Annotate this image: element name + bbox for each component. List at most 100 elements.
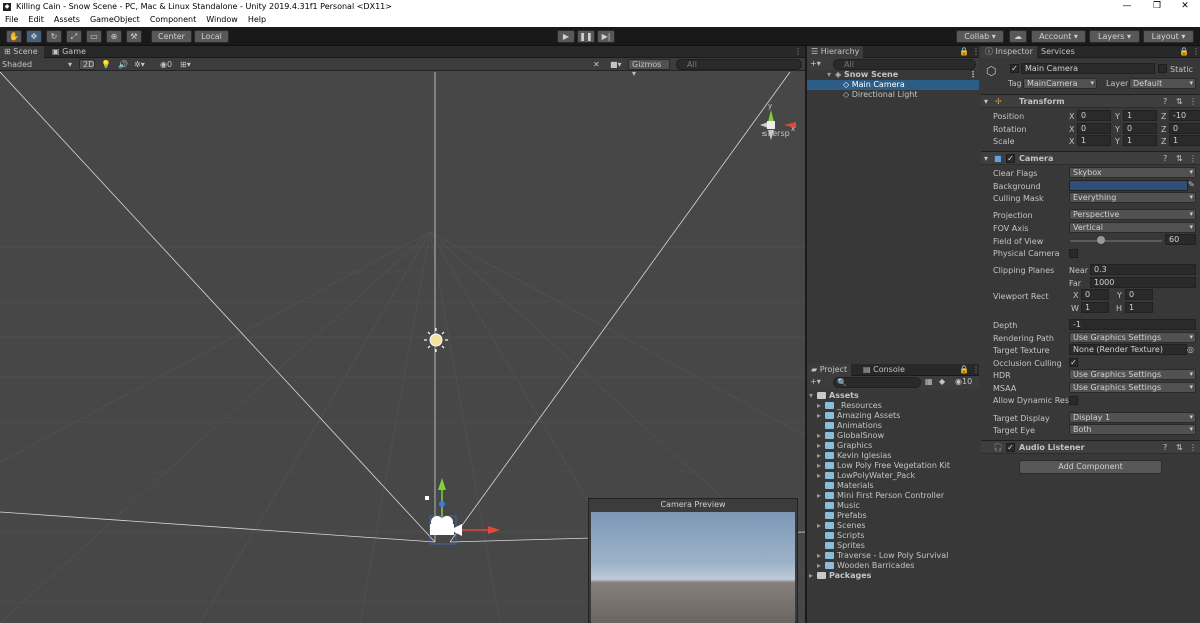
- expand-arrow-icon[interactable]: ▸: [817, 521, 825, 531]
- hidden-packages-icon[interactable]: ◉10: [955, 377, 972, 386]
- scl-y-field[interactable]: 1: [1123, 135, 1157, 146]
- target-texture-field[interactable]: None (Render Texture): [1069, 344, 1187, 355]
- pos-y-field[interactable]: 1: [1123, 110, 1157, 121]
- project-folder[interactable]: ▸ Low Poly Free Vegetation Kit: [807, 461, 979, 471]
- tab-inspector[interactable]: ⓘ Inspector: [981, 46, 1037, 58]
- viewport-h-field[interactable]: 1: [1125, 302, 1153, 313]
- presets-icon[interactable]: ⇅: [1176, 95, 1183, 108]
- expand-arrow-icon[interactable]: ▾: [809, 391, 817, 401]
- menu-file[interactable]: File: [0, 13, 23, 27]
- help-icon[interactable]: ?: [1163, 95, 1167, 108]
- static-checkbox[interactable]: [1158, 64, 1167, 73]
- create-add-icon[interactable]: +▾: [810, 59, 821, 68]
- project-folder[interactable]: ▸ Mini First Person Controller: [807, 491, 979, 501]
- project-folder[interactable]: Music: [807, 501, 979, 511]
- step-button[interactable]: ▶|: [597, 30, 615, 43]
- hidden-objects-icon[interactable]: ◉0: [160, 58, 172, 71]
- foldout-arrow-icon[interactable]: ▾: [984, 95, 988, 108]
- near-field[interactable]: 0.3: [1090, 264, 1196, 275]
- grid-icon[interactable]: ⊞▾: [180, 58, 191, 71]
- project-folder[interactable]: Sprites: [807, 541, 979, 551]
- project-folder[interactable]: ▸ Scenes: [807, 521, 979, 531]
- effects-icon[interactable]: ✲▾: [134, 58, 145, 71]
- presets-icon[interactable]: ⇅: [1176, 152, 1183, 165]
- expand-arrow-icon[interactable]: ▸: [817, 491, 825, 501]
- msaa-dropdown[interactable]: Use Graphics Settings: [1069, 382, 1196, 393]
- project-folder[interactable]: ▸ Wooden Barricades: [807, 561, 979, 571]
- physical-camera-checkbox[interactable]: [1069, 249, 1078, 258]
- expand-arrow-icon[interactable]: ▸: [817, 431, 825, 441]
- rot-z-field[interactable]: 0: [1169, 123, 1200, 134]
- project-folder[interactable]: ▸ Traverse - Low Poly Survival: [807, 551, 979, 561]
- project-lock-icon[interactable]: 🔒: [959, 364, 969, 376]
- tab-game[interactable]: ▣ Game: [48, 46, 90, 58]
- project-folder[interactable]: Materials: [807, 481, 979, 491]
- layers-dropdown[interactable]: Layers ▾: [1089, 30, 1140, 43]
- project-folder[interactable]: ▸ _Resources: [807, 401, 979, 411]
- rotate-tool-icon[interactable]: ↻: [46, 30, 62, 43]
- rendering-path-dropdown[interactable]: Use Graphics Settings: [1069, 332, 1196, 343]
- viewport-x-field[interactable]: 0: [1081, 289, 1109, 300]
- eyedropper-icon[interactable]: ✎: [1188, 180, 1195, 189]
- project-folder[interactable]: ▸ GlobalSnow: [807, 431, 979, 441]
- tools-icon[interactable]: ✕: [593, 58, 600, 71]
- add-component-button[interactable]: Add Component: [1019, 460, 1162, 474]
- audio-listener-checkbox[interactable]: ✓: [1006, 443, 1015, 452]
- project-search-input[interactable]: 🔍: [833, 377, 921, 388]
- layout-dropdown[interactable]: Layout ▾: [1143, 30, 1194, 43]
- expand-arrow-icon[interactable]: ▸: [817, 461, 825, 471]
- toggle-2d-button[interactable]: 2D: [79, 59, 95, 70]
- pivot-center-button[interactable]: Center: [151, 30, 192, 43]
- camera-icon[interactable]: ■▾: [610, 58, 622, 71]
- pause-button[interactable]: ❚❚: [577, 30, 595, 43]
- camera-enabled-checkbox[interactable]: ✓: [1006, 154, 1015, 163]
- camera-object-icon[interactable]: [430, 516, 462, 536]
- expand-arrow-icon[interactable]: ▸: [817, 411, 825, 421]
- sun-icon[interactable]: [424, 328, 448, 352]
- foldout-arrow-icon[interactable]: ▾: [984, 152, 988, 165]
- help-icon[interactable]: ?: [1163, 441, 1167, 454]
- component-menu-icon[interactable]: ⋮: [1189, 152, 1197, 165]
- draw-mode-dropdown[interactable]: Shaded ▾: [2, 58, 74, 71]
- cloud-icon[interactable]: ☁: [1009, 30, 1027, 43]
- camera-header[interactable]: ▾ ■ ✓ Camera ? ⇅ ⋮: [981, 151, 1200, 165]
- minimize-button[interactable]: —: [1112, 0, 1142, 13]
- component-menu-icon[interactable]: ⋮: [1189, 441, 1197, 454]
- collab-button[interactable]: Collab ▾: [956, 30, 1004, 43]
- tab-project[interactable]: ▰ Project: [807, 364, 852, 376]
- menu-component[interactable]: Component: [145, 13, 201, 27]
- scene-row[interactable]: ▾ ◈ Snow Scene ⋮: [807, 70, 979, 80]
- maximize-button[interactable]: ❐: [1142, 0, 1172, 13]
- project-folder[interactable]: Scripts: [807, 531, 979, 541]
- inspector-menu-icon[interactable]: ⋮: [1192, 46, 1200, 58]
- object-name-field[interactable]: Main Camera: [1021, 63, 1155, 74]
- culling-mask-dropdown[interactable]: Everything: [1069, 192, 1196, 203]
- expand-arrow-icon[interactable]: ▸: [817, 551, 825, 561]
- close-button[interactable]: ✕: [1170, 0, 1200, 13]
- tab-hierarchy[interactable]: ☰ Hierarchy: [807, 46, 864, 58]
- help-icon[interactable]: ?: [1163, 152, 1167, 165]
- menu-help[interactable]: Help: [243, 13, 271, 27]
- scl-z-field[interactable]: 1: [1169, 135, 1200, 146]
- background-color-field[interactable]: [1069, 180, 1188, 191]
- filter-type-icon[interactable]: ▦: [925, 377, 933, 386]
- filter-label-icon[interactable]: ◆: [939, 377, 945, 386]
- expand-arrow-icon[interactable]: ▾: [827, 70, 835, 80]
- project-folder[interactable]: ▸ Kevin Iglesias: [807, 451, 979, 461]
- menu-gameobject[interactable]: GameObject: [85, 13, 145, 27]
- project-folder[interactable]: Animations: [807, 421, 979, 431]
- object-picker-icon[interactable]: ◎: [1187, 345, 1194, 354]
- tab-services[interactable]: Services: [1037, 46, 1079, 58]
- fov-axis-dropdown[interactable]: Vertical: [1069, 222, 1196, 233]
- perspective-toggle[interactable]: ≤Persp: [761, 129, 790, 138]
- target-eye-dropdown[interactable]: Both: [1069, 424, 1196, 435]
- hdr-dropdown[interactable]: Use Graphics Settings: [1069, 369, 1196, 380]
- expand-arrow-icon[interactable]: ▸: [809, 571, 817, 581]
- fov-slider-track[interactable]: [1070, 240, 1162, 242]
- scl-x-field[interactable]: 1: [1077, 135, 1111, 146]
- depth-field[interactable]: -1: [1069, 319, 1196, 330]
- assets-root[interactable]: ▾ Assets: [807, 391, 979, 401]
- scale-tool-icon[interactable]: ⤢: [66, 30, 82, 43]
- menu-edit[interactable]: Edit: [23, 13, 49, 27]
- rect-tool-icon[interactable]: ▭: [86, 30, 102, 43]
